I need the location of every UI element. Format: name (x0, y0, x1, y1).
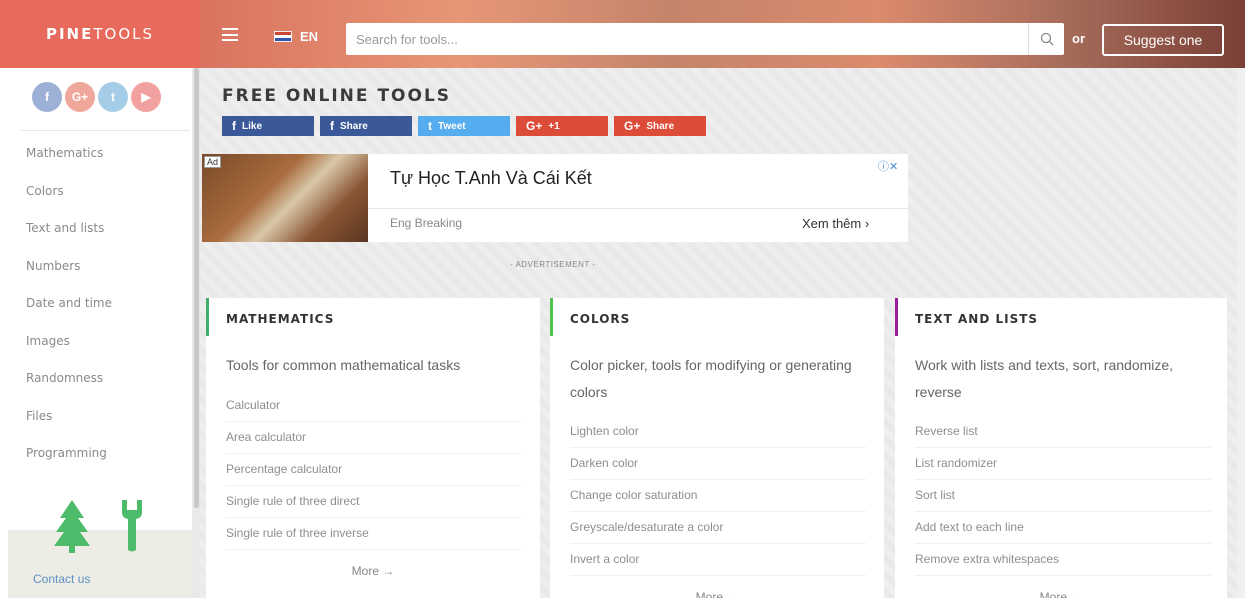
card-links: Lighten color Darken color Change color … (570, 416, 866, 576)
more-link[interactable]: More → (206, 564, 540, 578)
ad-badge: Ad (204, 156, 222, 168)
more-link[interactable]: More → (895, 590, 1227, 598)
tree-icon (54, 500, 90, 553)
tool-link[interactable]: Darken color (570, 448, 866, 480)
google-plus-share-button[interactable]: G+ Share (614, 116, 706, 136)
tool-link[interactable]: Add text to each line (915, 512, 1211, 544)
google-plus-icon: G+ (526, 119, 543, 133)
ad-image[interactable] (202, 154, 368, 242)
card-accent (550, 298, 553, 336)
logo-thin-text: TOOLS (93, 25, 155, 43)
sidebar-nav: Mathematics Colors Text and lists Number… (26, 146, 112, 484)
google-plus-icon[interactable]: G+ (65, 82, 95, 112)
category-card-text-and-lists: TEXT AND LISTS Work with lists and texts… (895, 298, 1227, 598)
main-content: FREE ONLINE TOOLS f Like f Share t Tweet G+… (200, 68, 1245, 598)
google-plus-one-button[interactable]: G+ +1 (516, 116, 608, 136)
search-box (346, 23, 1064, 55)
sidebar-item-colors[interactable]: Colors (26, 184, 112, 222)
ad-info-close-icon[interactable]: ⓘ✕ (878, 158, 898, 174)
facebook-icon[interactable]: f (32, 82, 62, 112)
sidebar-scrollbar[interactable] (194, 68, 199, 508)
card-title[interactable]: TEXT AND LISTS (915, 312, 1038, 326)
card-accent (206, 298, 209, 336)
language-label: EN (300, 29, 319, 44)
logo-bold-text: PINE (45, 25, 94, 43)
share-buttons: f Like f Share t Tweet G+ +1 G+ Share (222, 116, 706, 136)
category-card-colors: COLORS Color picker, tools for modifying… (550, 298, 884, 598)
card-links: Calculator Area calculator Percentage ca… (226, 390, 522, 550)
suggest-button[interactable]: Suggest one (1102, 24, 1224, 56)
tool-link[interactable]: List randomizer (915, 448, 1211, 480)
sidebar-item-files[interactable]: Files (26, 409, 112, 447)
tool-link[interactable]: Single rule of three inverse (226, 518, 522, 550)
hamburger-menu-icon[interactable] (222, 28, 238, 41)
facebook-like-button[interactable]: f Like (222, 116, 314, 136)
card-links: Reverse list List randomizer Sort list A… (915, 416, 1211, 576)
sidebar: f G+ t ▶ Mathematics Colors Text and lis… (0, 68, 192, 598)
sidebar-divider (20, 130, 190, 131)
sidebar-footer (8, 530, 192, 598)
language-selector[interactable]: EN (274, 29, 318, 44)
more-link[interactable]: More → (550, 590, 884, 598)
tool-link[interactable]: Area calculator (226, 422, 522, 454)
ad-title[interactable]: Tự Học T.Anh Và Cái Kết (390, 168, 592, 189)
ad-cta-button[interactable]: Xem thêm › (802, 216, 869, 231)
facebook-icon: f (232, 119, 236, 133)
tool-link[interactable]: Single rule of three direct (226, 486, 522, 518)
youtube-icon[interactable]: ▶ (131, 82, 161, 112)
ad-divider (368, 208, 908, 209)
twitter-icon: t (428, 119, 432, 133)
card-accent (895, 298, 898, 336)
social-circles: f G+ t ▶ (32, 82, 161, 112)
category-card-mathematics: MATHEMATICS Tools for common mathematica… (206, 298, 540, 598)
tool-link[interactable]: Percentage calculator (226, 454, 522, 486)
share-label: Share (646, 120, 675, 132)
tool-link[interactable]: Lighten color (570, 416, 866, 448)
facebook-icon: f (330, 119, 334, 133)
facebook-share-button[interactable]: f Share (320, 116, 412, 136)
tweet-button[interactable]: t Tweet (418, 116, 510, 136)
logo[interactable]: PINETOOLS (46, 25, 154, 43)
search-button[interactable] (1028, 23, 1064, 55)
page-title: FREE ONLINE TOOLS (222, 86, 452, 106)
tool-link[interactable]: Remove extra whitespaces (915, 544, 1211, 576)
logo-box[interactable]: PINETOOLS (0, 0, 200, 68)
ad-label: - ADVERTISEMENT - (510, 260, 596, 269)
ad-advertiser: Eng Breaking (390, 216, 463, 230)
tool-link[interactable]: Greyscale/desaturate a color (570, 512, 866, 544)
sidebar-item-images[interactable]: Images (26, 334, 112, 372)
contact-link[interactable]: Contact us (33, 572, 90, 586)
card-description: Color picker, tools for modifying or gen… (570, 357, 852, 400)
tool-link[interactable]: Change color saturation (570, 480, 866, 512)
sidebar-item-text-and-lists[interactable]: Text and lists (26, 221, 112, 259)
card-title[interactable]: MATHEMATICS (226, 312, 334, 326)
wrench-icon (122, 500, 142, 552)
tool-link[interactable]: Reverse list (915, 416, 1211, 448)
or-text: or (1072, 31, 1085, 46)
search-icon (1040, 32, 1053, 46)
sidebar-item-programming[interactable]: Programming (26, 446, 112, 484)
twitter-icon[interactable]: t (98, 82, 128, 112)
sidebar-item-randomness[interactable]: Randomness (26, 371, 112, 409)
tool-link[interactable]: Sort list (915, 480, 1211, 512)
card-title[interactable]: COLORS (570, 312, 630, 326)
share-label: Share (340, 120, 368, 132)
card-description: Work with lists and texts, sort, randomi… (915, 357, 1174, 400)
tool-link[interactable]: Invert a color (570, 544, 866, 576)
share-label: +1 (548, 120, 560, 132)
flag-icon (274, 31, 292, 42)
search-input[interactable] (346, 24, 1028, 54)
sidebar-item-numbers[interactable]: Numbers (26, 259, 112, 297)
share-label: Tweet (438, 120, 466, 132)
share-label: Like (242, 120, 263, 132)
sidebar-item-date-and-time[interactable]: Date and time (26, 296, 112, 334)
advertisement[interactable]: Ad Tự Học T.Anh Và Cái Kết ⓘ✕ Eng Breaki… (202, 154, 908, 242)
page-scrollbar[interactable] (1237, 68, 1245, 598)
google-plus-icon: G+ (624, 119, 641, 133)
sidebar-item-mathematics[interactable]: Mathematics (26, 146, 112, 184)
card-description: Tools for common mathematical tasks (226, 357, 461, 373)
tool-link[interactable]: Calculator (226, 390, 522, 422)
